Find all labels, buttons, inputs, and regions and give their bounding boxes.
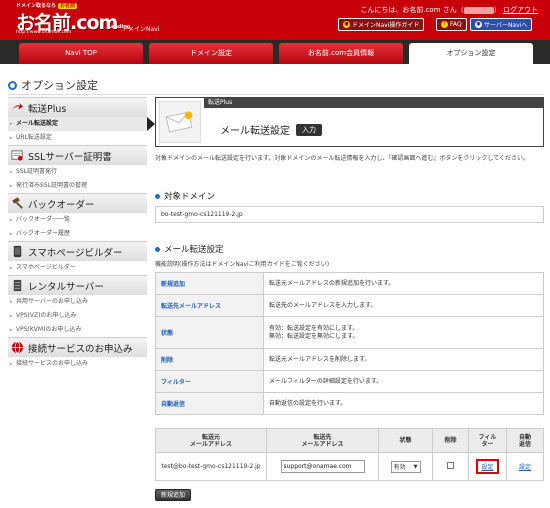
to-address-input[interactable] xyxy=(280,460,365,473)
logo-url: http://www.onamae.com xyxy=(16,30,72,35)
tab-navi-top[interactable]: Navi TOP xyxy=(19,43,143,64)
col-header-from: 転送元 メールアドレス xyxy=(155,428,267,453)
sidebar-item-connection-apply[interactable]: 接続サービスのお申し込み xyxy=(8,357,147,371)
tab-domain-settings[interactable]: ドメイン設定 xyxy=(149,43,273,64)
sidebar-section-smartphone[interactable]: スマホページビルダー xyxy=(8,241,147,261)
delete-cell xyxy=(432,452,469,481)
col-header-auto-reply: 自動 返信 xyxy=(506,428,544,453)
sidebar-section-rental-server[interactable]: レンタルサーバー xyxy=(8,275,147,295)
faq-button[interactable]: ? FAQ xyxy=(436,18,467,31)
target-domain-heading: 対象ドメイン xyxy=(155,190,215,202)
faq-icon: ? xyxy=(441,21,448,28)
filter-cell: 設定 xyxy=(468,452,507,481)
chevron-down-icon: ▼ xyxy=(413,463,418,470)
page-title: オプション設定 xyxy=(8,77,98,93)
function-desc: 転送元メールアドレスの新規追加を行います。 xyxy=(263,272,544,295)
table-row: フィルター メールフィルターの詳細設定を行います。 xyxy=(155,370,544,393)
table-row: 新規追加 転送元メールアドレスの新規追加を行います。 xyxy=(155,272,544,295)
guide-icon: ● xyxy=(343,21,350,28)
sidebar-item-backorder-list[interactable]: バックオーダー一覧 xyxy=(8,213,147,227)
sidebar-item-smartphone-builder[interactable]: スマホページビルダー xyxy=(8,261,147,275)
sidebar-item-vps-kvm[interactable]: VPS(KVM)のお申し込み xyxy=(8,323,147,337)
title-divider xyxy=(8,94,544,95)
sidebar-section-backorder[interactable]: バックオーダー xyxy=(8,193,147,213)
function-guide-text: 機能説明(操作方法はドメインNaviご利用ガイドをご覧ください) xyxy=(155,261,330,268)
header-subtitle: ドメインNavi xyxy=(122,26,160,33)
sidebar-section-ssl[interactable]: SSLサーバー証明書 xyxy=(8,145,147,165)
function-desc: 自動返信の設定を行います。 xyxy=(263,392,544,415)
banner-title: メール転送設定 入力 xyxy=(220,122,322,137)
from-address: test@bo-test-gmo-cs121119-2.jp xyxy=(155,452,267,481)
server-navi-button[interactable]: ● サーバーNaviへ xyxy=(470,18,533,31)
function-desc: メールフィルターの詳細設定を行います。 xyxy=(263,370,544,393)
gavel-icon xyxy=(12,197,23,209)
auto-reply-cell: 設定 xyxy=(506,452,544,481)
table-header-row: 転送元 メールアドレス 転送先 メールアドレス 状態 削除 フィル ター 自動 … xyxy=(155,428,544,453)
server-icon xyxy=(13,279,22,292)
status-select[interactable]: 有効 ▼ xyxy=(390,460,421,473)
col-header-delete: 削除 xyxy=(432,428,469,453)
function-desc: 有効：転送設定を有効にします。 無効：転送設定を無効にします。 xyxy=(263,316,544,349)
function-desc: 転送元メールアドレスを削除します。 xyxy=(263,348,544,371)
col-header-status: 状態 xyxy=(378,428,433,453)
function-name: 状態 xyxy=(155,316,264,349)
function-name: フィルター xyxy=(155,370,264,393)
sidebar-item-vps-vz[interactable]: VPS(VZ)のお申し込み xyxy=(8,309,147,323)
table-row: 状態 有効：転送設定を有効にします。 無効：転送設定を無効にします。 xyxy=(155,316,544,349)
function-name: 転送先メールアドレス xyxy=(155,294,264,317)
table-row: test@bo-test-gmo-cs121119-2.jp 有効 ▼ 設定 設… xyxy=(155,452,544,481)
bullet-icon xyxy=(155,246,160,252)
sidebar-section-forward-plus[interactable]: 転送Plus xyxy=(8,97,147,117)
sidebar-item-backorder-history[interactable]: バックオーダー履歴 xyxy=(8,227,147,241)
step-badge: 入力 xyxy=(296,123,322,136)
forward-records-table: 転送元 メールアドレス 転送先 メールアドレス 状態 削除 フィル ター 自動 … xyxy=(155,428,544,481)
filter-settings-link[interactable]: 設定 xyxy=(481,464,493,471)
sidebar-item-url-forward[interactable]: URL転送設定 xyxy=(8,131,147,145)
site-logo[interactable]: ドメイン取るなら お名前 お名前.com Leading http://www.o… xyxy=(14,2,134,36)
to-address-cell xyxy=(266,452,379,481)
function-name: 新規追加 xyxy=(155,272,264,295)
globe-icon xyxy=(11,341,24,354)
sidebar-item-shared-server[interactable]: 共用サーバーのお申し込み xyxy=(8,295,147,309)
tab-member-info[interactable]: お名前.com会員情報 xyxy=(279,43,403,64)
banner-label: 転送Plus xyxy=(204,98,544,108)
logout-link[interactable]: ログアウト xyxy=(503,6,538,14)
sidebar: 転送Plus メール転送設定 URL転送設定 SSLサーバー証明書 SSL証明書… xyxy=(8,97,155,371)
sidebar-item-ssl-issue[interactable]: SSL証明書発行 xyxy=(8,165,147,179)
filter-highlight: 設定 xyxy=(476,459,499,474)
auto-reply-settings-link[interactable]: 設定 xyxy=(519,464,531,471)
main-nav: Navi TOP ドメイン設定 お名前.com会員情報 オプション設定 xyxy=(0,40,550,64)
smartphone-icon xyxy=(13,245,22,258)
target-domain-value: bo-test-gmo-cs121119-2.jp xyxy=(155,206,544,223)
person-icon: ● xyxy=(475,21,482,28)
mail-forward-heading: メール転送設定 xyxy=(155,243,224,255)
delete-checkbox[interactable] xyxy=(447,462,454,469)
table-row: 転送先メールアドレス 転送先のメールアドレスを入力します。 xyxy=(155,294,544,317)
status-cell: 有効 ▼ xyxy=(378,452,433,481)
bullet-icon xyxy=(155,193,160,199)
tab-option-settings[interactable]: オプション設定 xyxy=(409,43,533,64)
table-row: 削除 転送元メールアドレスを削除します。 xyxy=(155,348,544,371)
sidebar-section-connection[interactable]: 接続サービスのお申込み xyxy=(8,337,147,357)
col-header-to: 転送先 メールアドレス xyxy=(266,428,379,453)
table-row: 自動返信 自動返信の設定を行います。 xyxy=(155,392,544,415)
sidebar-item-ssl-manage[interactable]: 発行済みSSL証明書の管理 xyxy=(8,179,147,193)
arrow-icon xyxy=(11,102,24,111)
user-greeting: こんにちは、お名前.com さん（） ログアウト xyxy=(360,6,538,14)
masked-user-id xyxy=(463,6,494,14)
site-header: ドメイン取るなら お名前 お名前.com Leading http://www.o… xyxy=(0,0,550,40)
add-new-button[interactable]: 新規追加 xyxy=(155,489,192,501)
guide-button[interactable]: ● ドメインNavi操作ガイド xyxy=(338,18,425,31)
col-header-filter: フィル ター xyxy=(468,428,507,453)
sidebar-item-mail-forward[interactable]: メール転送設定 xyxy=(8,117,155,131)
page-banner: 転送Plus メール転送設定 入力 xyxy=(155,97,544,147)
function-description-table: 新規追加 転送元メールアドレスの新規追加を行います。 転送先メールアドレス 転送… xyxy=(155,272,544,415)
function-desc: 転送先のメールアドレスを入力します。 xyxy=(263,294,544,317)
function-name: 自動返信 xyxy=(155,392,264,415)
circle-icon xyxy=(8,80,17,90)
function-name: 削除 xyxy=(155,348,264,371)
page-description: 対象ドメインのメール転送設定を行います。対象ドメインのメール転送情報を入力し、『… xyxy=(155,155,530,162)
certificate-icon xyxy=(11,150,23,161)
mail-image-icon xyxy=(159,101,201,143)
